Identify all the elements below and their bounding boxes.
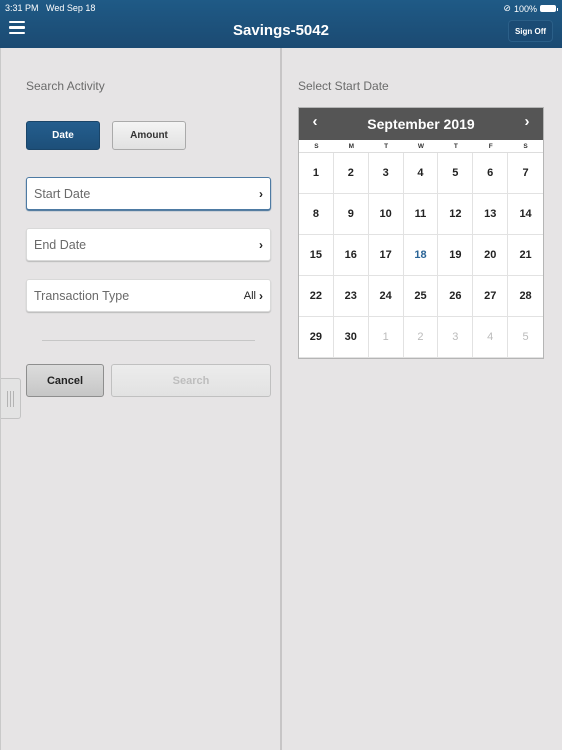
amount-toggle-button[interactable]: Amount xyxy=(112,121,186,150)
calendar-day[interactable]: 16 xyxy=(333,235,369,276)
calendar-day-other-month[interactable]: 3 xyxy=(438,317,474,358)
calendar-month-title: September 2019 xyxy=(367,116,475,132)
calendar-day-other-month[interactable]: 2 xyxy=(403,317,439,358)
calendar-day[interactable]: 27 xyxy=(473,276,509,317)
weekday-label: T xyxy=(453,143,458,150)
weekday-label: S xyxy=(523,143,528,150)
calendar-day[interactable]: 5 xyxy=(438,153,474,194)
status-date: Wed Sep 18 xyxy=(46,3,96,13)
battery-percent: 100% xyxy=(513,3,537,14)
calendar-day[interactable]: 12 xyxy=(438,194,474,235)
start-date-field[interactable]: Start Date › xyxy=(26,177,271,210)
status-time: 3:31 PM Wed Sep 18 xyxy=(5,3,95,13)
calendar-day[interactable]: 18 xyxy=(403,235,439,276)
calendar-day[interactable]: 13 xyxy=(473,194,509,235)
search-panel: Search Activity Date Amount Start Date ›… xyxy=(0,48,280,750)
chevron-right-icon: › xyxy=(259,186,263,201)
calendar: ‹ September 2019 › SMTWTFS 1 2 3 4 5 6 7 8 9 10 11… xyxy=(298,107,544,359)
divider-line xyxy=(42,340,255,341)
chevron-right-icon: › xyxy=(259,288,263,303)
calendar-grid: 1 2 3 4 5 6 7 8 9 10 11 12 13 14 15 16 17 18 19 20 21 22 23 24 2… xyxy=(299,153,543,358)
drag-handle[interactable] xyxy=(1,378,21,419)
calendar-day[interactable]: 29 xyxy=(299,317,334,358)
end-date-field[interactable]: End Date › xyxy=(26,228,271,261)
calendar-panel: Select Start Date ‹ September 2019 › S M T… xyxy=(282,48,562,750)
calendar-header: ‹ September 2019 › xyxy=(299,108,543,140)
transaction-type-field[interactable]: Transaction Type All › xyxy=(26,279,271,312)
select-start-date-heading: Select Start Date xyxy=(298,79,389,93)
calendar-day[interactable]: 23 xyxy=(333,276,369,317)
calendar-day[interactable]: 25 xyxy=(403,276,439,317)
cancel-button[interactable]: Cancel xyxy=(26,364,104,397)
weekday-label: F xyxy=(488,143,493,150)
calendar-day[interactable]: 7 xyxy=(508,153,543,194)
chevron-left-icon[interactable]: ‹ xyxy=(305,113,325,130)
weekday-label: W xyxy=(417,143,425,150)
battery-icon xyxy=(540,5,558,12)
weekday-header: SMTWTFS xyxy=(299,140,543,153)
calendar-day-other-month[interactable]: 5 xyxy=(508,317,543,358)
search-button[interactable]: Search xyxy=(111,364,271,397)
calendar-day[interactable]: 28 xyxy=(508,276,543,317)
calendar-day[interactable]: 1 xyxy=(299,153,334,194)
transaction-type-label: Transaction Type xyxy=(34,288,130,303)
start-date-label: Start Date xyxy=(34,186,91,201)
status-clock: 3:31 PM xyxy=(5,3,39,13)
calendar-day[interactable]: 15 xyxy=(299,235,334,276)
calendar-day[interactable]: 21 xyxy=(508,235,543,276)
calendar-day[interactable]: 26 xyxy=(438,276,474,317)
calendar-day[interactable]: 6 xyxy=(473,153,509,194)
search-activity-heading: Search Activity xyxy=(26,79,105,93)
calendar-day-other-month[interactable]: 4 xyxy=(473,317,509,358)
calendar-day[interactable]: 17 xyxy=(368,235,404,276)
calendar-day[interactable]: 3 xyxy=(368,153,404,194)
calendar-day[interactable]: 11 xyxy=(403,194,439,235)
chevron-right-icon[interactable]: › xyxy=(517,113,537,130)
calendar-day[interactable]: 20 xyxy=(473,235,509,276)
status-indicators: ⊘ 100% xyxy=(503,3,558,14)
calendar-day-other-month[interactable]: 1 xyxy=(368,317,404,358)
calendar-day[interactable]: 24 xyxy=(368,276,404,317)
page-title: Savings-5042 xyxy=(233,22,329,39)
sign-off-button[interactable]: Sign Off xyxy=(508,20,553,42)
calendar-day[interactable]: 10 xyxy=(368,194,404,235)
calendar-day[interactable]: 2 xyxy=(333,153,369,194)
rotation-lock-icon: ⊘ xyxy=(503,3,511,13)
date-toggle-button[interactable]: Date xyxy=(26,121,100,150)
calendar-day[interactable]: 30 xyxy=(333,317,369,358)
calendar-day[interactable]: 22 xyxy=(299,276,334,317)
weekday-label: S xyxy=(314,143,319,150)
chevron-right-icon: › xyxy=(259,237,263,252)
end-date-label: End Date xyxy=(34,237,87,252)
calendar-day[interactable]: 4 xyxy=(403,153,439,194)
transaction-type-value: All xyxy=(243,289,256,302)
calendar-day[interactable]: 19 xyxy=(438,235,474,276)
calendar-day[interactable]: 9 xyxy=(333,194,369,235)
weekday-label: T xyxy=(384,143,389,150)
weekday-label: M xyxy=(348,143,354,150)
calendar-day[interactable]: 14 xyxy=(508,194,543,235)
calendar-day[interactable]: 8 xyxy=(299,194,334,235)
app-header: 3:31 PM Wed Sep 18 ⊘ 100% Savings-5042 S… xyxy=(0,0,562,48)
